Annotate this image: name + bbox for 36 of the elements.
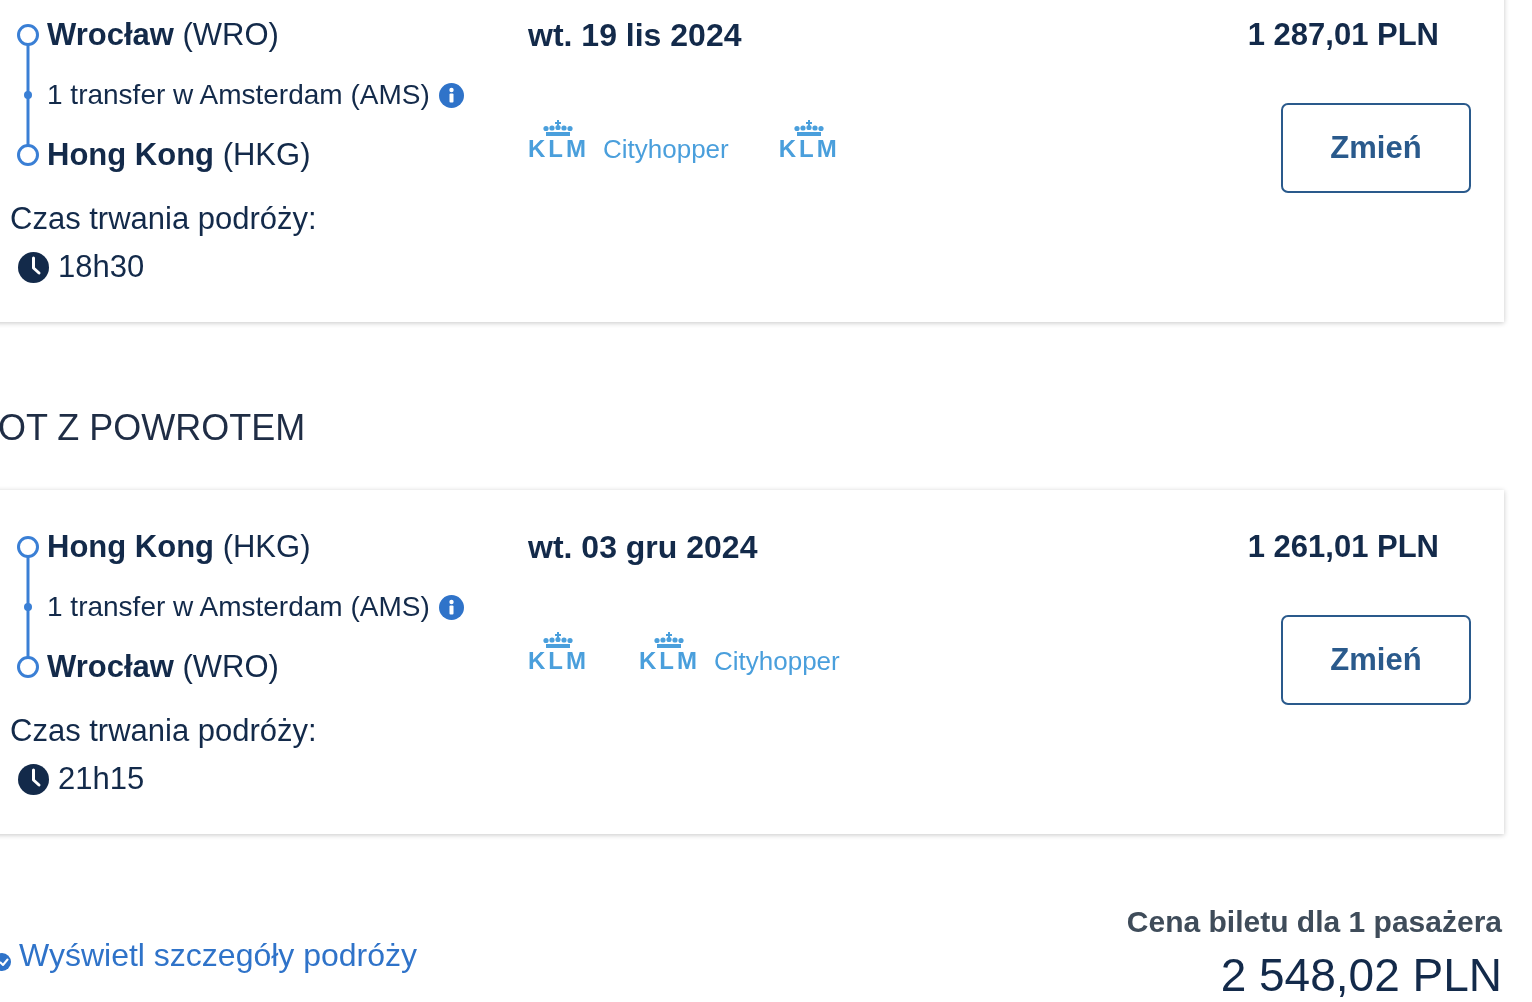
transfer-info: 1 transfer w Amsterdam (AMS) <box>47 590 430 624</box>
origin-airport: Hong Kong (HKG) <box>47 528 311 566</box>
destination-airport: Hong Kong (HKG) <box>47 136 311 174</box>
logo-subtitle: Cityhopper <box>713 648 840 674</box>
clock-icon <box>18 251 49 283</box>
duration-label: Czas trwania podróży: <box>10 712 317 750</box>
crown-icon <box>654 632 685 648</box>
logo-wordmark: KLM <box>528 652 589 670</box>
route-timeline-icon <box>16 23 40 167</box>
transfer-info: 1 transfer w Amsterdam (AMS) <box>47 78 430 112</box>
details-link[interactable]: Wyświetl szczegóły podróży <box>19 935 418 975</box>
change-button[interactable]: Zmień <box>1281 103 1471 193</box>
origin-airport: Wrocław (WRO) <box>47 16 279 54</box>
duration-value: 18h30 <box>58 248 145 286</box>
crown-icon <box>543 120 574 136</box>
fare-label: Cena biletu dla 1 pasażera <box>1126 904 1502 940</box>
section-heading: OT Z POWROTEM <box>0 406 306 450</box>
logo-wordmark: KLM <box>778 140 840 158</box>
flight-price: 1 261,01 PLN <box>1247 528 1439 566</box>
flight-date: wt. 03 gru 2024 <box>528 528 758 567</box>
duration-label: Czas trwania podróży: <box>10 200 317 238</box>
flight-price: 1 287,01 PLN <box>1247 16 1439 54</box>
flight-date: wt. 19 lis 2024 <box>528 16 742 55</box>
info-icon[interactable] <box>438 594 464 620</box>
crown-icon <box>794 120 825 136</box>
duration-value: 21h15 <box>58 760 145 798</box>
info-icon[interactable] <box>438 82 464 108</box>
logo-subtitle: Cityhopper <box>603 136 729 162</box>
logo-wordmark: KLM <box>528 140 589 158</box>
crown-icon <box>543 632 574 648</box>
destination-airport: Wrocław (WRO) <box>47 648 279 686</box>
route-timeline-icon <box>16 535 40 679</box>
clock-icon <box>18 763 49 795</box>
logo-wordmark: KLM <box>639 652 700 670</box>
change-button[interactable]: Zmień <box>1281 615 1471 705</box>
fare-total: 2 548,02 PLN <box>1220 950 1502 1000</box>
